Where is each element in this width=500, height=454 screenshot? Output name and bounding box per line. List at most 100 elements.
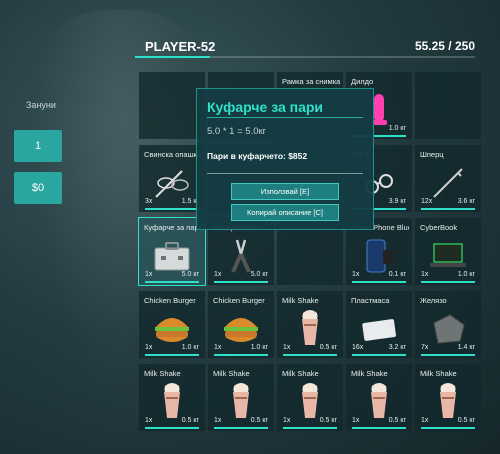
slot-item-count: 1x: [214, 344, 222, 351]
slot-durability-bar: [421, 208, 475, 210]
inventory-slot[interactable]: Chicken Burger 1x 1.0 кг: [139, 291, 205, 358]
tooltip-divider-2: [207, 173, 363, 174]
milkshake-icon: [152, 382, 192, 422]
slot-item-count: 3x: [145, 198, 153, 205]
slot-item-name: Пластмаса: [351, 296, 390, 305]
slot-durability-bar: [352, 427, 406, 429]
use-button[interactable]: Използвай [E]: [231, 183, 339, 200]
inventory-slot[interactable]: Chicken Burger 1x 1.0 кг: [208, 291, 274, 358]
tooltip-money-inside: Пари в куфарчето: $852: [207, 151, 308, 161]
plastic-icon: [359, 309, 399, 349]
inventory-slot[interactable]: CyberBook 1x 1.0 кг: [415, 218, 481, 285]
slot-item-weight: 1.0 кг: [250, 344, 268, 351]
slot-item-weight: 3.9 кг: [388, 198, 406, 205]
weight-bar: [135, 56, 475, 58]
slot-item-name: Milk Shake: [351, 369, 388, 378]
zip-tie-icon: [152, 163, 192, 203]
slot-item-weight: 0.5 кг: [319, 417, 337, 424]
slot-item-name: Шперц: [420, 150, 444, 159]
briefcase-icon: [152, 236, 192, 276]
slot-item-weight: 3.6 кг: [457, 198, 475, 205]
lockpick-icon: [428, 163, 468, 203]
slot-item-count: 1x: [421, 271, 429, 278]
slot-durability-bar: [283, 427, 337, 429]
slot-durability-bar: [421, 281, 475, 283]
slot-durability-bar: [145, 281, 199, 283]
slot-item-weight: 0.5 кг: [388, 417, 406, 424]
slot-item-count: 1x: [352, 271, 360, 278]
milkshake-icon: [290, 382, 330, 422]
inventory-slot[interactable]: Milk Shake 1x 0.5 кг: [208, 364, 274, 431]
slot-item-weight: 5.0 кг: [181, 271, 199, 278]
inventory-slot[interactable]: Пластмаса 16x 3.2 кг: [346, 291, 412, 358]
inventory-slot[interactable]: [415, 72, 481, 139]
cash-button[interactable]: $0: [14, 172, 62, 204]
slot-item-name: Milk Shake: [213, 369, 250, 378]
slot-item-weight: 1.0 кг: [457, 271, 475, 278]
slot-durability-bar: [352, 281, 406, 283]
slot-item-count: 16x: [352, 344, 364, 351]
copy-description-button[interactable]: Копирай описание [C]: [231, 204, 339, 221]
slot-item-weight: 0.5 кг: [181, 417, 199, 424]
slot-item-name: Milk Shake: [420, 369, 457, 378]
slot-durability-bar: [421, 427, 475, 429]
slot-durability-bar: [421, 354, 475, 356]
burger-icon: [221, 309, 261, 349]
inventory-header: PLAYER-52 55.25 / 250: [135, 35, 475, 59]
slot-item-count: 7x: [421, 344, 429, 351]
inventory-slot[interactable]: Шперц 12x 3.6 кг: [415, 145, 481, 212]
milkshake-icon: [221, 382, 261, 422]
tooltip-title: Куфарче за пари: [207, 99, 324, 115]
bolt-cutter-icon: [221, 236, 261, 276]
burger-icon: [152, 309, 192, 349]
slot-durability-bar: [214, 427, 268, 429]
slot-item-name: Куфарче за пари: [144, 223, 202, 232]
inventory-slot[interactable]: Milk Shake 1x 0.5 кг: [277, 364, 343, 431]
slot-durability-bar: [145, 208, 199, 210]
slot-durability-bar: [352, 354, 406, 356]
slot-item-name: Milk Shake: [282, 296, 319, 305]
slot-item-name: Milk Shake: [282, 369, 319, 378]
slot-item-weight: 1.0 кг: [181, 344, 199, 351]
slot-item-name: Chicken Burger: [144, 296, 196, 305]
milkshake-icon: [290, 309, 330, 349]
slot-item-name: Рамка за снимка: [282, 77, 340, 86]
slot-durability-bar: [145, 354, 199, 356]
slot-item-weight: 5.0 кг: [250, 271, 268, 278]
slot-durability-bar: [214, 281, 268, 283]
inventory-slot[interactable]: Milk Shake 1x 0.5 кг: [346, 364, 412, 431]
slot-item-weight: 0.5 кг: [319, 344, 337, 351]
tooltip-divider: [207, 117, 363, 118]
slot-item-count: 1x: [214, 417, 222, 424]
slot-item-name: Milk Shake: [144, 369, 181, 378]
inventory-slot[interactable]: Желязо 7x 1.4 кг: [415, 291, 481, 358]
milkshake-icon: [428, 382, 468, 422]
slot-item-count: 1x: [145, 344, 153, 351]
tooltip-weight-calc: 5.0 * 1 = 5.0кг: [207, 126, 267, 137]
item-tooltip: Куфарче за пари 5.0 * 1 = 5.0кг Пари в к…: [196, 88, 374, 230]
slot-item-count: 1x: [145, 417, 153, 424]
slot-item-name: Свинска опашка: [144, 150, 202, 159]
inventory-slot[interactable]: Milk Shake 1x 0.5 кг: [277, 291, 343, 358]
slot-durability-bar: [145, 427, 199, 429]
slot-item-name: Chicken Burger: [213, 296, 265, 305]
slot-item-weight: 0.5 кг: [250, 417, 268, 424]
slot-item-count: 1x: [214, 271, 222, 278]
slot-item-name: Дилдо: [351, 77, 374, 86]
slot-item-name: CyberBook: [420, 223, 458, 232]
slot-item-name: Желязо: [420, 296, 447, 305]
slot-durability-bar: [283, 354, 337, 356]
slot-item-count: 1x: [421, 417, 429, 424]
slot-item-count: 12x: [421, 198, 433, 205]
slot-item-weight: 0.5 кг: [457, 417, 475, 424]
slot-item-count: 1x: [283, 417, 291, 424]
inventory-slot[interactable]: Milk Shake 1x 0.5 кг: [415, 364, 481, 431]
side-panel-title: Зануни: [26, 100, 56, 110]
slot-item-weight: 1.0 кг: [388, 125, 406, 132]
slot-durability-bar: [214, 354, 268, 356]
iron-icon: [428, 309, 468, 349]
amount-button[interactable]: 1: [14, 130, 62, 162]
milkshake-icon: [359, 382, 399, 422]
inventory-slot[interactable]: Milk Shake 1x 0.5 кг: [139, 364, 205, 431]
player-name: PLAYER-52: [145, 39, 216, 54]
